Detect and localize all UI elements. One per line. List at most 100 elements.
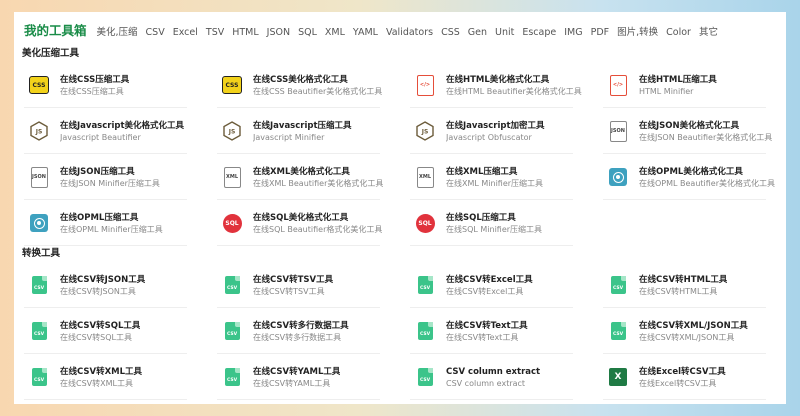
tool-subtitle: 在线SQL Beautifier格式化美化工具	[253, 224, 383, 234]
nav-links: 美化,压缩 CSV Excel TSV HTML JSON SQL XML YAML Valida…	[97, 20, 726, 39]
nav-link[interactable]: PDF	[591, 27, 610, 38]
tool-text: 在线SQL美化格式化工具 在线SQL Beautifier格式化美化工具	[253, 212, 382, 235]
tool-card[interactable]: CSV 在线CSV转Text工具 在线CSV转Text工具	[400, 308, 593, 354]
tool-card[interactable]: JS 在线Javascript美化格式化工具 Javascript Beauti…	[14, 108, 207, 154]
tool-title[interactable]: 在线CSV转HTML工具	[639, 274, 727, 286]
tool-text: 在线CSV转SQL工具 在线CSV转SQL工具	[60, 320, 140, 343]
tool-title[interactable]: 在线Excel转CSV工具	[639, 366, 726, 378]
tool-title[interactable]: 在线OPML压缩工具	[60, 212, 163, 224]
nav-link[interactable]: 美化,压缩	[97, 27, 138, 38]
tool-title[interactable]: 在线CSS压缩工具	[60, 74, 129, 86]
tool-card[interactable]: SQL 在线SQL压缩工具 在线SQL Minifier压缩工具	[400, 200, 593, 246]
tool-card[interactable]: CSV 在线CSV转YAML工具 在线CSV转YAML工具	[207, 354, 400, 400]
tool-card[interactable]: CSV CSV column extract CSV column extrac…	[400, 354, 593, 400]
nav-link[interactable]: 图片,转换	[617, 27, 658, 38]
nav-link[interactable]: YAML	[353, 27, 378, 38]
tool-card[interactable]: JSON 在线JSON美化格式化工具 在线JSON Beautifier美化格式…	[593, 108, 786, 154]
tool-title[interactable]: 在线CSV转TSV工具	[253, 274, 333, 286]
tool-grid: CSV 在线CSV转JSON工具 在线CSV转JSON工具 CSV 在线CSV转…	[14, 262, 786, 400]
tool-card[interactable]: CSV 在线CSV转多行数据工具 在线CSV转多行数据工具	[207, 308, 400, 354]
tool-title[interactable]: 在线CSS美化格式化工具	[253, 74, 382, 86]
tool-card[interactable]: CSV 在线CSV转SQL工具 在线CSV转SQL工具	[14, 308, 207, 354]
tool-title[interactable]: 在线CSV转多行数据工具	[253, 320, 349, 332]
nav-link[interactable]: Escape	[522, 27, 556, 38]
nav-link[interactable]: HTML	[232, 27, 258, 38]
nav-link[interactable]: Validators	[386, 27, 433, 38]
nav-link[interactable]: SQL	[298, 27, 317, 38]
csv-file-icon: CSV	[31, 368, 47, 386]
tool-title[interactable]: 在线OPML美化格式化工具	[639, 166, 775, 178]
nav-link[interactable]: CSV	[146, 27, 165, 38]
tool-title[interactable]: 在线JSON美化格式化工具	[639, 120, 772, 132]
opml-icon	[609, 168, 627, 186]
tool-icon-wrap: SQL	[414, 212, 436, 234]
tool-title[interactable]: CSV column extract	[446, 366, 540, 378]
tool-title[interactable]: 在线Javascript美化格式化工具	[60, 120, 184, 132]
tool-card[interactable]: CSV 在线CSV转HTML工具 在线CSV转HTML工具	[593, 262, 786, 308]
tool-title[interactable]: 在线CSV转YAML工具	[253, 366, 340, 378]
tool-text: 在线XML美化格式化工具 在线XML Beautifier美化格式化工具	[253, 166, 383, 189]
tool-card[interactable]: </> 在线HTML美化格式化工具 在线HTML Beautifier美化格式化…	[400, 62, 593, 108]
tool-title[interactable]: 在线XML美化格式化工具	[253, 166, 383, 178]
tool-card[interactable]: </> 在线HTML压缩工具 HTML Minifier	[593, 62, 786, 108]
brand-title[interactable]: 我的工具箱	[24, 20, 87, 39]
tool-card[interactable]: X 在线Excel转CSV工具 在线Excel转CSV工具	[593, 354, 786, 400]
tool-title[interactable]: 在线CSV转JSON工具	[60, 274, 145, 286]
tool-card[interactable]: JS 在线Javascript压缩工具 Javascript Minifier	[207, 108, 400, 154]
xml-file-icon: XML	[416, 166, 434, 188]
tool-card[interactable]: CSV 在线CSV转Excel工具 在线CSV转Excel工具	[400, 262, 593, 308]
nav-link[interactable]: JSON	[267, 27, 290, 38]
tool-card[interactable]: CSS 在线CSS压缩工具 在线CSS压缩工具	[14, 62, 207, 108]
tool-icon-wrap: CSV	[414, 274, 436, 296]
tool-icon-wrap	[607, 166, 629, 188]
nav-link[interactable]: XML	[325, 27, 345, 38]
nav-link[interactable]: Color	[666, 27, 691, 38]
nav-link[interactable]: 其它	[699, 27, 718, 38]
tool-text: 在线CSV转YAML工具 在线CSV转YAML工具	[253, 366, 340, 389]
tool-title[interactable]: 在线SQL美化格式化工具	[253, 212, 382, 224]
tool-title[interactable]: 在线CSV转SQL工具	[60, 320, 140, 332]
tool-text: 在线CSV转JSON工具 在线CSV转JSON工具	[60, 274, 145, 297]
csv-file-icon: CSV	[610, 322, 626, 340]
tool-title[interactable]: 在线CSV转Text工具	[446, 320, 528, 332]
tool-card[interactable]: CSS 在线CSS美化格式化工具 在线CSS Beautifier美化格式化工具	[207, 62, 400, 108]
nav-link[interactable]: Excel	[173, 27, 198, 38]
tool-text: 在线HTML压缩工具 HTML Minifier	[639, 74, 717, 97]
tool-card[interactable]: 在线OPML压缩工具 在线OPML Minifier压缩工具	[14, 200, 207, 246]
tool-card[interactable]: JSON 在线JSON压缩工具 在线JSON Minifier压缩工具	[14, 154, 207, 200]
toolbox-panel: 我的工具箱 美化,压缩 CSV Excel TSV HTML JSON SQL XML YAML…	[14, 12, 786, 404]
nav-link[interactable]: CSS	[441, 27, 460, 38]
tool-card[interactable]: JS 在线Javascript加密工具 Javascript Obfuscato…	[400, 108, 593, 154]
nav-link[interactable]: TSV	[206, 27, 224, 38]
tool-subtitle: 在线JSON Minifier压缩工具	[60, 178, 160, 188]
tool-title[interactable]: 在线CSV转XML/JSON工具	[639, 320, 748, 332]
tool-title[interactable]: 在线CSV转XML工具	[60, 366, 142, 378]
nav-link[interactable]: IMG	[564, 27, 582, 38]
tool-title[interactable]: 在线Javascript压缩工具	[253, 120, 352, 132]
csv-file-icon: CSV	[224, 368, 240, 386]
tool-card[interactable]: CSV 在线CSV转TSV工具 在线CSV转TSV工具	[207, 262, 400, 308]
tool-card[interactable]: CSV 在线CSV转XML工具 在线CSV转XML工具	[14, 354, 207, 400]
tool-icon-wrap: JS	[414, 120, 436, 142]
tool-card[interactable]: CSV 在线CSV转XML/JSON工具 在线CSV转XML/JSON工具	[593, 308, 786, 354]
tool-card[interactable]: XML 在线XML压缩工具 在线XML Minifier压缩工具	[400, 154, 593, 200]
js-hexagon-icon: JS	[223, 121, 241, 141]
tool-title[interactable]: 在线SQL压缩工具	[446, 212, 542, 224]
tool-card[interactable]: XML 在线XML美化格式化工具 在线XML Beautifier美化格式化工具	[207, 154, 400, 200]
tool-title[interactable]: 在线XML压缩工具	[446, 166, 543, 178]
excel-icon: X	[609, 368, 627, 386]
tool-card[interactable]: SQL 在线SQL美化格式化工具 在线SQL Beautifier格式化美化工具	[207, 200, 400, 246]
tool-title[interactable]: 在线JSON压缩工具	[60, 166, 160, 178]
tool-text: CSV column extract CSV column extract	[446, 366, 540, 389]
tool-title[interactable]: 在线CSV转Excel工具	[446, 274, 533, 286]
tool-text: 在线JSON美化格式化工具 在线JSON Beautifier美化格式化工具	[639, 120, 772, 143]
tool-card[interactable]: 在线OPML美化格式化工具 在线OPML Beautifier美化格式化工具	[593, 154, 786, 200]
tool-title[interactable]: 在线HTML美化格式化工具	[446, 74, 582, 86]
tool-subtitle: 在线CSV转TSV工具	[253, 286, 325, 296]
tool-title[interactable]: 在线HTML压缩工具	[639, 74, 717, 86]
tool-card[interactable]: CSV 在线CSV转JSON工具 在线CSV转JSON工具	[14, 262, 207, 308]
nav-link[interactable]: Unit	[495, 27, 514, 38]
nav-link[interactable]: Gen	[468, 27, 487, 38]
tool-icon-wrap: CSV	[221, 320, 243, 342]
tool-title[interactable]: 在线Javascript加密工具	[446, 120, 545, 132]
